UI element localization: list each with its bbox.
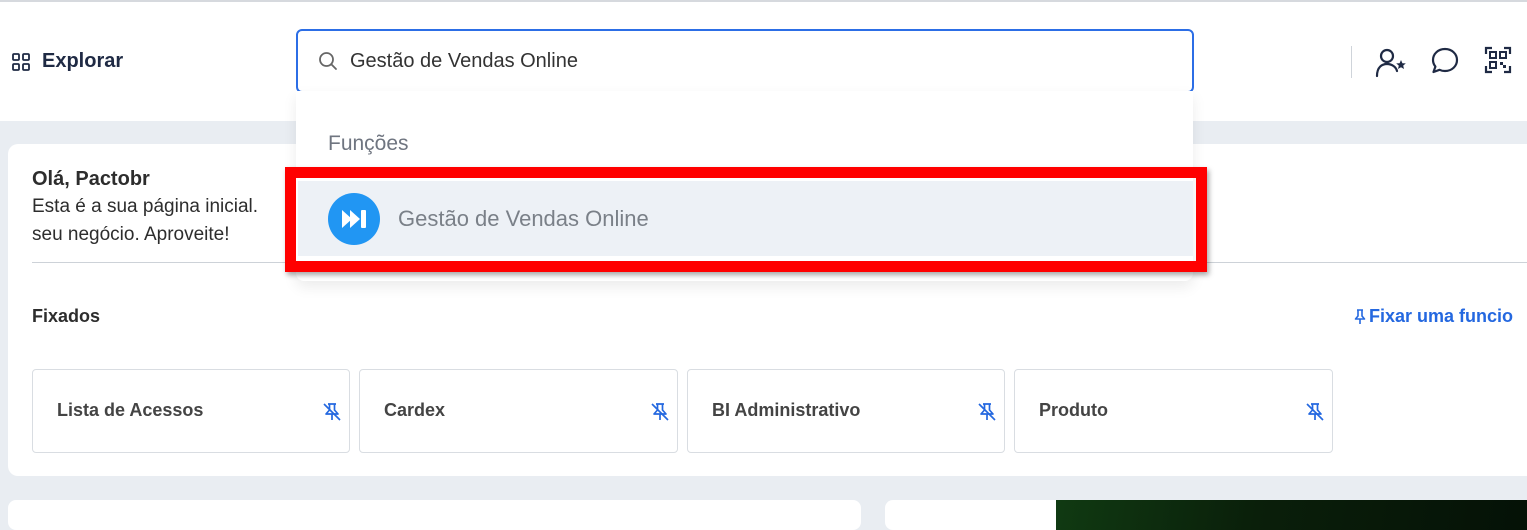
results-section-title: Funções [328, 132, 409, 155]
toolbar-divider [1351, 46, 1352, 78]
bottom-card [8, 500, 861, 530]
welcome-text-line-2: seu negócio. Aproveite! [32, 224, 230, 245]
pinned-card[interactable]: Produto [1014, 369, 1333, 453]
pinned-card[interactable]: BI Administrativo [687, 369, 1005, 453]
pinned-card-label: Lista de Acessos [57, 400, 204, 420]
grid-icon [12, 52, 30, 71]
chat-bubble-icon[interactable] [1430, 46, 1460, 76]
unpin-icon[interactable] [649, 401, 671, 423]
search-icon [319, 52, 337, 70]
pinned-card-label: Produto [1039, 400, 1108, 420]
unpin-icon[interactable] [1304, 401, 1326, 423]
pin-function-link-label: Fixar uma funcio [1369, 306, 1514, 326]
welcome-text-line-1: Esta é a sua página inicial. [32, 196, 259, 217]
banner-card [885, 500, 1527, 530]
pinned-card-label: Cardex [384, 400, 446, 420]
add-favorite-user-icon[interactable] [1374, 46, 1408, 80]
pin-icon [1354, 308, 1366, 324]
pinned-card[interactable]: Lista de Acessos [32, 369, 350, 453]
welcome-title: Olá, Pactobr [32, 168, 150, 190]
explore-label: Explorar [42, 50, 124, 72]
qr-code-icon[interactable] [1484, 46, 1512, 74]
search-result-label: Gestão de Vendas Online [398, 206, 649, 231]
unpin-icon[interactable] [321, 401, 343, 423]
pin-function-link[interactable]: Fixar uma funcio [1354, 306, 1513, 327]
pinned-section-title: Fixados [32, 306, 101, 326]
fast-forward-circle-icon [328, 193, 380, 245]
explore-menu-button[interactable]: Explorar [12, 50, 123, 73]
search-input[interactable] [350, 43, 1150, 79]
pinned-card[interactable]: Cardex [359, 369, 678, 453]
pinned-card-label: BI Administrativo [712, 400, 861, 420]
unpin-icon[interactable] [976, 401, 998, 423]
search-result-item[interactable]: Gestão de Vendas Online [298, 181, 1193, 256]
banner-image [1056, 500, 1527, 530]
search-box[interactable] [296, 29, 1194, 93]
